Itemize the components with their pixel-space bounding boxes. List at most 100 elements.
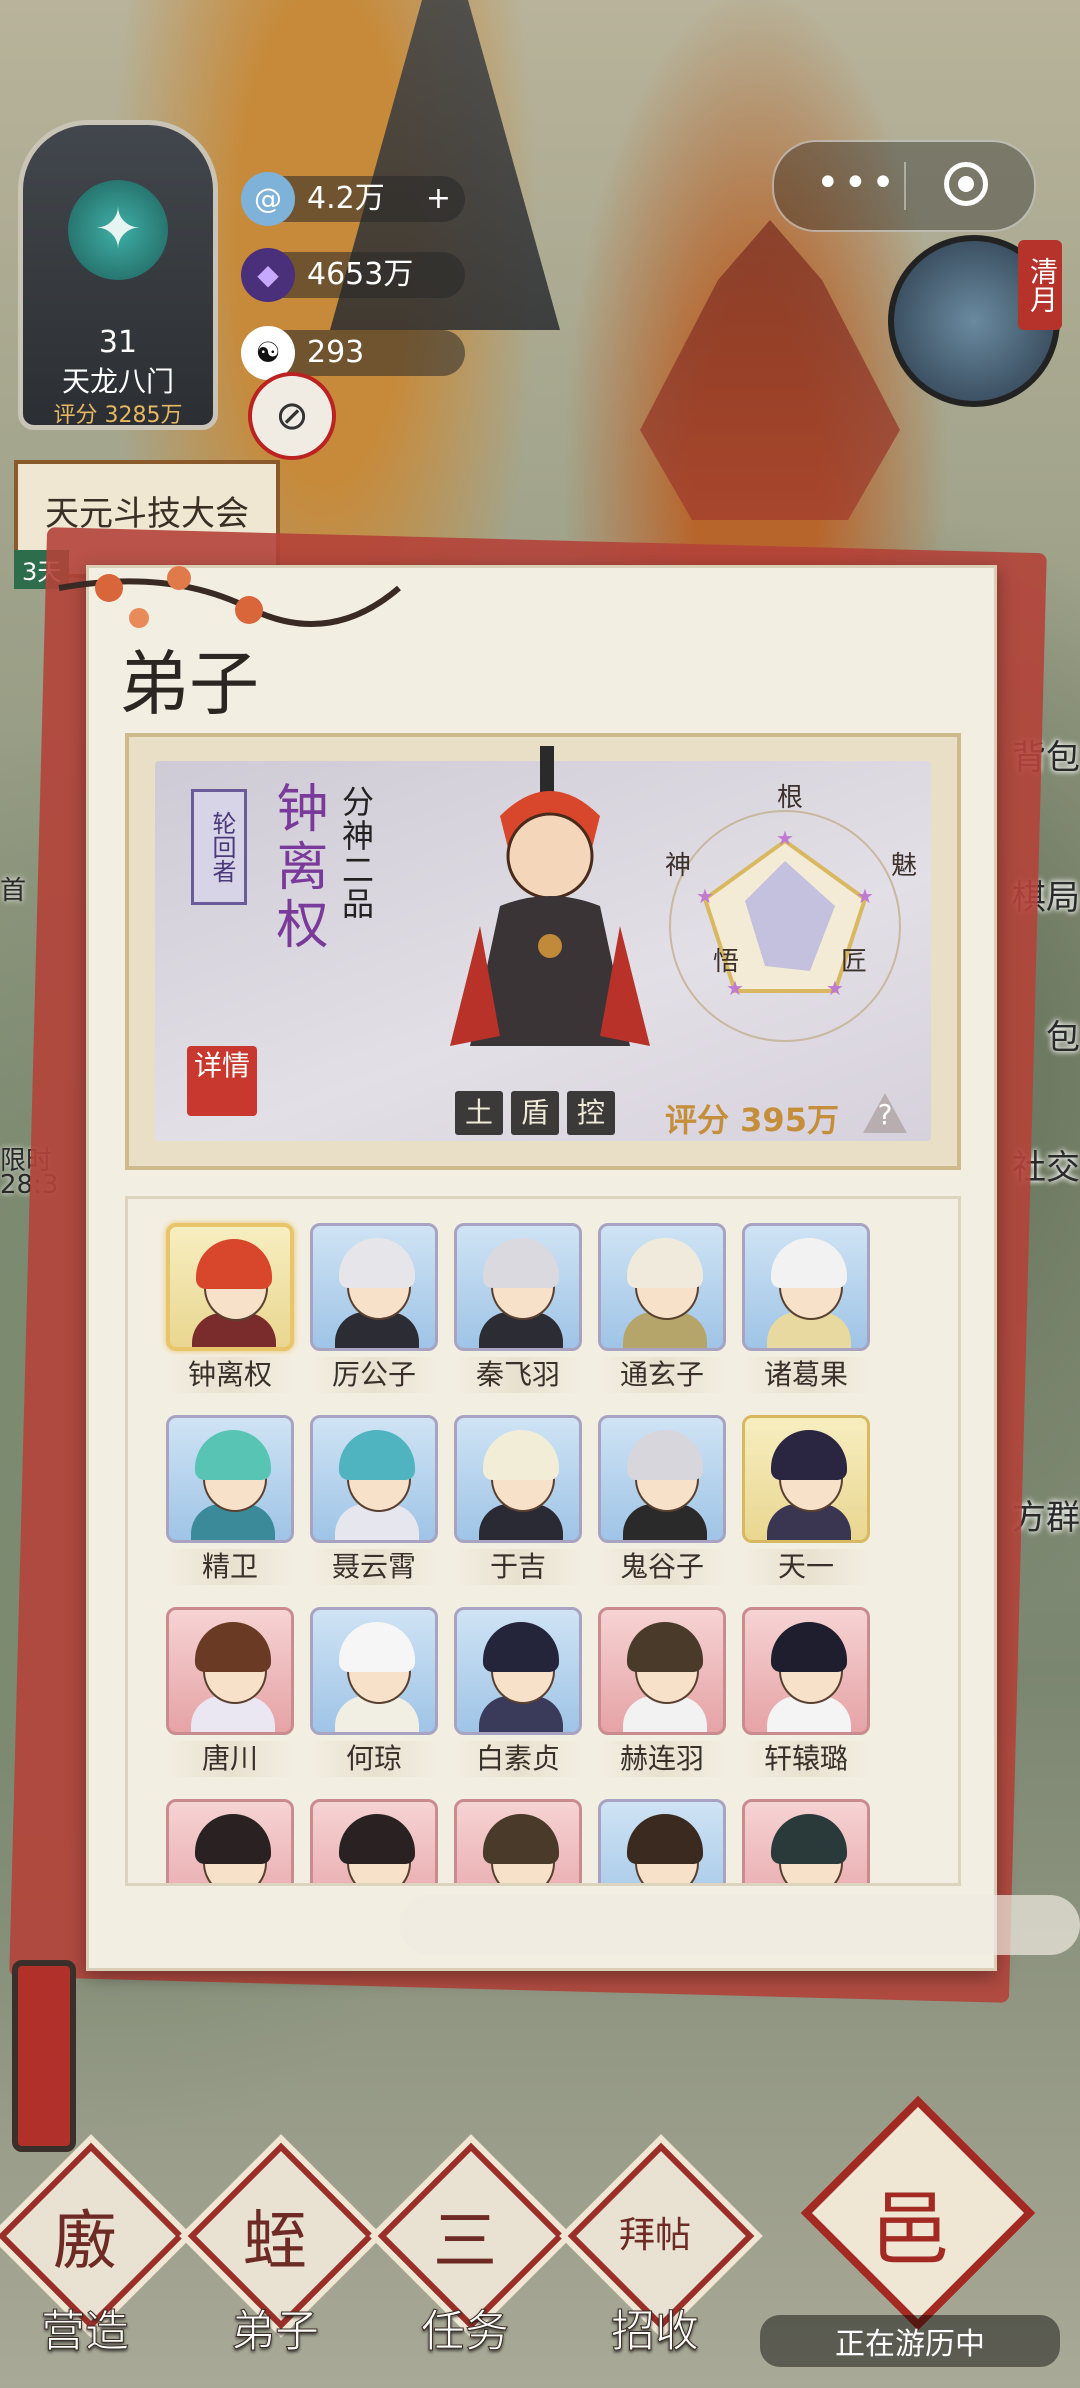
disciple-name: 秦飞羽 xyxy=(454,1357,582,1393)
disciple-cell[interactable]: 于吉 xyxy=(454,1415,582,1585)
portrait-hair xyxy=(339,1622,415,1672)
more-menu-icon[interactable]: ••• xyxy=(816,160,899,206)
skill-tag-shield[interactable]: 盾 xyxy=(511,1091,559,1135)
disciple-portrait[interactable] xyxy=(310,1223,438,1351)
sect-rank-badge[interactable]: ✦ 31 天龙八门 评分 3285万 xyxy=(18,120,218,430)
disciple-cell[interactable]: 白素贞 xyxy=(454,1607,582,1777)
swirl-coin-icon: @ xyxy=(241,172,295,226)
nav-disciple-label: 弟子 xyxy=(231,2306,320,2358)
disciple-cell[interactable] xyxy=(454,1799,582,1883)
disciple-name: 钟离权 xyxy=(166,1357,294,1393)
disciple-portrait[interactable] xyxy=(598,1799,726,1883)
nav-recruit-button[interactable]: 拜帖 招收 xyxy=(567,2142,755,2370)
disciple-cell[interactable]: 何琼 xyxy=(310,1607,438,1777)
disciple-portrait[interactable] xyxy=(166,1415,294,1543)
details-seal-button[interactable]: 详情 xyxy=(187,1046,257,1116)
disciple-cell[interactable]: 天一 xyxy=(742,1415,870,1585)
disciple-name: 鬼谷子 xyxy=(598,1549,726,1585)
disciple-name: 天一 xyxy=(742,1549,870,1585)
miniprogram-capsule[interactable]: ••• xyxy=(772,140,1036,232)
sect-level: 31 xyxy=(98,325,138,360)
disciple-portrait[interactable] xyxy=(166,1223,294,1351)
portrait-hair xyxy=(195,1622,271,1672)
task-scroll-icon: 三 xyxy=(433,2205,497,2279)
disciple-portrait[interactable] xyxy=(742,1415,870,1543)
portrait-hair xyxy=(771,1814,847,1864)
disciple-cell[interactable]: 赫连羽 xyxy=(598,1607,726,1777)
disciple-portrait[interactable] xyxy=(454,1607,582,1735)
disciple-portrait[interactable] xyxy=(742,1799,870,1883)
disciple-cell[interactable]: 精卫 xyxy=(166,1415,294,1585)
nav-build-button[interactable]: 廒 营造 xyxy=(0,2142,185,2370)
add-coin-button[interactable]: + xyxy=(426,176,451,222)
disciple-cell[interactable]: 轩辕璐 xyxy=(742,1607,870,1777)
disciple-cell[interactable]: 秦飞羽 xyxy=(454,1223,582,1393)
scroll-icon[interactable] xyxy=(12,1960,76,2152)
resource-gem[interactable]: ◆ 4653万 xyxy=(241,248,465,302)
disciple-cell[interactable] xyxy=(742,1799,870,1883)
disciple-portrait[interactable] xyxy=(166,1607,294,1735)
disciple-name: 唐川 xyxy=(166,1741,294,1777)
nav-build-label: 营造 xyxy=(41,2306,130,2358)
portrait-hair xyxy=(483,1622,559,1672)
disciple-portrait[interactable] xyxy=(166,1799,294,1883)
disciple-cell[interactable]: 厉公子 xyxy=(310,1223,438,1393)
close-miniprogram-icon[interactable] xyxy=(944,162,988,206)
disciple-portrait[interactable] xyxy=(310,1607,438,1735)
disciple-name: 于吉 xyxy=(454,1549,582,1585)
no-entry-icon[interactable]: ⊘ xyxy=(248,372,336,460)
skill-tag-control[interactable]: 控 xyxy=(567,1091,615,1135)
disciple-portrait[interactable] xyxy=(598,1607,726,1735)
disciple-portrait[interactable] xyxy=(454,1223,582,1351)
disciple-cell[interactable]: 通玄子 xyxy=(598,1223,726,1393)
nav-task-button[interactable]: 三 任务 xyxy=(377,2142,565,2370)
sect-score: 评分 3285万 xyxy=(53,403,183,428)
skill-tag-earth[interactable]: 土 xyxy=(455,1091,503,1135)
svg-text:★: ★ xyxy=(776,826,794,850)
help-icon[interactable]: ? xyxy=(863,1093,907,1133)
hero-portrait[interactable] xyxy=(440,746,660,1086)
reincarnator-tag: 轮回者 xyxy=(191,789,247,905)
resource-coin[interactable]: @ 4.2万 + xyxy=(241,172,465,226)
hero-name: 钟离权 xyxy=(267,781,327,955)
disciple-portrait[interactable] xyxy=(598,1223,726,1351)
building-icon: 廒 xyxy=(53,2205,117,2279)
hero-score: 评分 395万 xyxy=(665,1101,839,1139)
disciple-cell[interactable] xyxy=(166,1799,294,1883)
disciple-list[interactable]: 钟离权 厉公子 秦飞羽 通玄子 诸葛果精卫 聂云霄 于吉 鬼谷子 天一唐川 何琼 白素贞 赫连羽 轩辕璐 xyxy=(125,1196,961,1886)
disciple-portrait[interactable] xyxy=(742,1607,870,1735)
disciple-portrait[interactable] xyxy=(310,1799,438,1883)
portrait-hair xyxy=(771,1238,847,1288)
portrait-hair xyxy=(627,1238,703,1288)
disciple-cell[interactable]: 鬼谷子 xyxy=(598,1415,726,1585)
disciple-name: 诸葛果 xyxy=(742,1357,870,1393)
resource-yinyang[interactable]: ☯ 293 xyxy=(241,326,465,380)
disciple-cell[interactable]: 聂云霄 xyxy=(310,1415,438,1585)
disciple-name: 聂云霄 xyxy=(310,1549,438,1585)
hero-card-inner: 轮回者 钟离权 分神二品 详情 ★ ★ ★ ★ ★ 根 魅 匠 悟 神 土 盾 … xyxy=(155,746,931,1141)
hero-cultivation-rank: 分神二品 xyxy=(337,785,375,921)
disciple-cell[interactable] xyxy=(310,1799,438,1883)
portrait-hair xyxy=(339,1238,415,1288)
disciple-portrait[interactable] xyxy=(454,1799,582,1883)
disciple-name: 通玄子 xyxy=(598,1357,726,1393)
nav-disciple-button[interactable]: 蛭 弟子 xyxy=(187,2142,375,2370)
disciple-portrait[interactable] xyxy=(742,1223,870,1351)
disciple-portrait[interactable] xyxy=(454,1415,582,1543)
recruit-card-icon: 拜帖 xyxy=(618,2215,691,2256)
disciple-cell[interactable]: 诸葛果 xyxy=(742,1223,870,1393)
radar-label-spirit: 神 xyxy=(665,851,692,881)
disciple-cell[interactable] xyxy=(598,1799,726,1883)
svg-text:★: ★ xyxy=(856,884,874,908)
portrait-hair xyxy=(196,1239,272,1289)
disciple-cell[interactable]: 唐川 xyxy=(166,1607,294,1777)
portrait-hair xyxy=(195,1430,271,1480)
disciple-portrait[interactable] xyxy=(310,1415,438,1543)
travel-status-button[interactable]: 邑 正在游历中 xyxy=(760,2095,1060,2370)
disciple-cell[interactable]: 钟离权 xyxy=(166,1223,294,1393)
radar-label-charm: 魅 xyxy=(891,851,918,881)
nav-task-label: 任务 xyxy=(421,2306,510,2358)
side-left-label-1[interactable]: 首 xyxy=(0,870,26,907)
disciple-portrait[interactable] xyxy=(598,1415,726,1543)
hero-skill-tags: 土 盾 控 xyxy=(455,1091,615,1135)
